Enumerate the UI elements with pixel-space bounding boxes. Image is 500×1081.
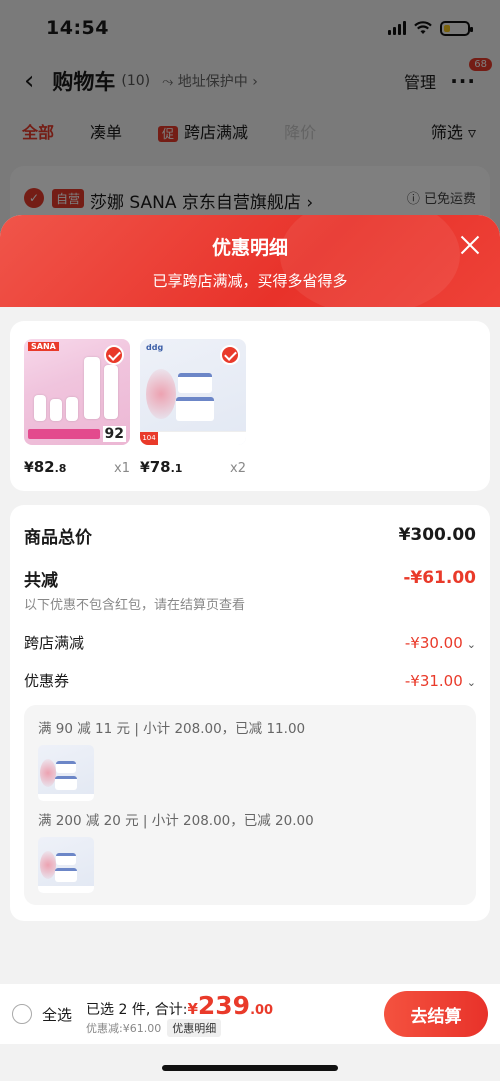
selected-check-icon [104,345,124,365]
sum-block: 已选 2 件, 合计: ¥ 239 .00 优惠减:¥61.00 优惠明细 [86,991,273,1037]
price-detail-card: 商品总价 ¥300.00 共减 -¥61.00 以下优惠不包含红包，请在结算页查… [10,505,490,921]
coupon-line: 满 90 减 11 元 | 小计 208.00，已减 11.00 [38,721,306,737]
cross-store-row[interactable]: 跨店满减 -¥30.00 ⌄ [24,631,476,653]
brand-logo: SANA [28,342,59,351]
coupon-row[interactable]: 优惠券 -¥31.00 ⌄ [24,669,476,691]
reduce-label: 共减 [24,570,58,591]
product-qty: x2 [230,461,246,476]
total-value: ¥300.00 [398,525,476,545]
coupon-value: -¥31.00 [404,671,463,690]
selected-check-icon [220,345,240,365]
product-qty: x1 [114,461,130,476]
coupon-breakdown: 满 90 减 11 元 | 小计 208.00，已减 11.00 满 200 减… [24,705,476,905]
select-all-radio[interactable] [12,1004,32,1024]
home-indicator [162,1065,338,1071]
discount-detail-button[interactable]: 优惠明细 [167,1019,222,1037]
sheet-subtitle: 已享跨店满减，买得多省得多 [152,272,348,290]
sheet-title: 优惠明细 [211,237,288,259]
product-price: ¥82.8 [24,458,67,476]
coupon-label: 优惠券 [24,671,70,690]
coupon-product-thumb [38,745,94,801]
discount-text: 优惠减:¥61.00 [86,1022,162,1035]
reduce-value: -¥61.00 [403,568,476,588]
discount-detail-sheet: 优惠明细 已享跨店满减，买得多省得多 SANA 92 ¥82.8 x1 ddg … [0,215,500,1081]
reduce-note: 以下优惠不包含红包，请在结算页查看 [24,598,246,613]
image-promo-strip [140,431,246,445]
coupon-line: 满 200 减 20 元 | 小计 208.00，已减 20.00 [38,813,314,829]
cross-store-value: -¥30.00 [404,633,463,652]
product-image: ddg [140,339,246,445]
reduce-row: 共减 -¥61.00 [24,566,476,591]
product-item[interactable]: ddg ¥78.1 x2 [140,339,246,476]
chevron-down-icon: ⌄ [466,637,476,651]
selected-count: 已选 2 件, 合计: [86,1002,188,1018]
product-image: SANA 92 [24,339,130,445]
chevron-down-icon: ⌄ [466,675,476,689]
select-all-label[interactable]: 全选 [42,1004,72,1025]
sum-symbol: ¥ [187,1000,198,1018]
image-price: 92 [102,426,126,442]
coupon-product-thumb [38,837,94,893]
product-item[interactable]: SANA 92 ¥82.8 x1 [24,339,130,476]
total-label: 商品总价 [24,527,92,548]
checkout-bar: 全选 已选 2 件, 合计: ¥ 239 .00 优惠减:¥61.00 优惠明细… [0,984,500,1044]
sum-value: 239 [197,991,251,1020]
product-card: SANA 92 ¥82.8 x1 ddg 104 ¥78.1 x2 [10,321,490,491]
sheet-header: 优惠明细 已享跨店满减，买得多省得多 [0,215,500,315]
close-icon[interactable] [458,233,482,257]
product-price: ¥78.1 [140,458,183,476]
cross-store-label: 跨店满减 [24,633,85,652]
checkout-button[interactable]: 去结算 [384,991,488,1037]
brand-logo: ddg [146,343,164,352]
sum-decimal: .00 [250,1003,274,1018]
total-row: 商品总价 ¥300.00 [24,523,476,548]
